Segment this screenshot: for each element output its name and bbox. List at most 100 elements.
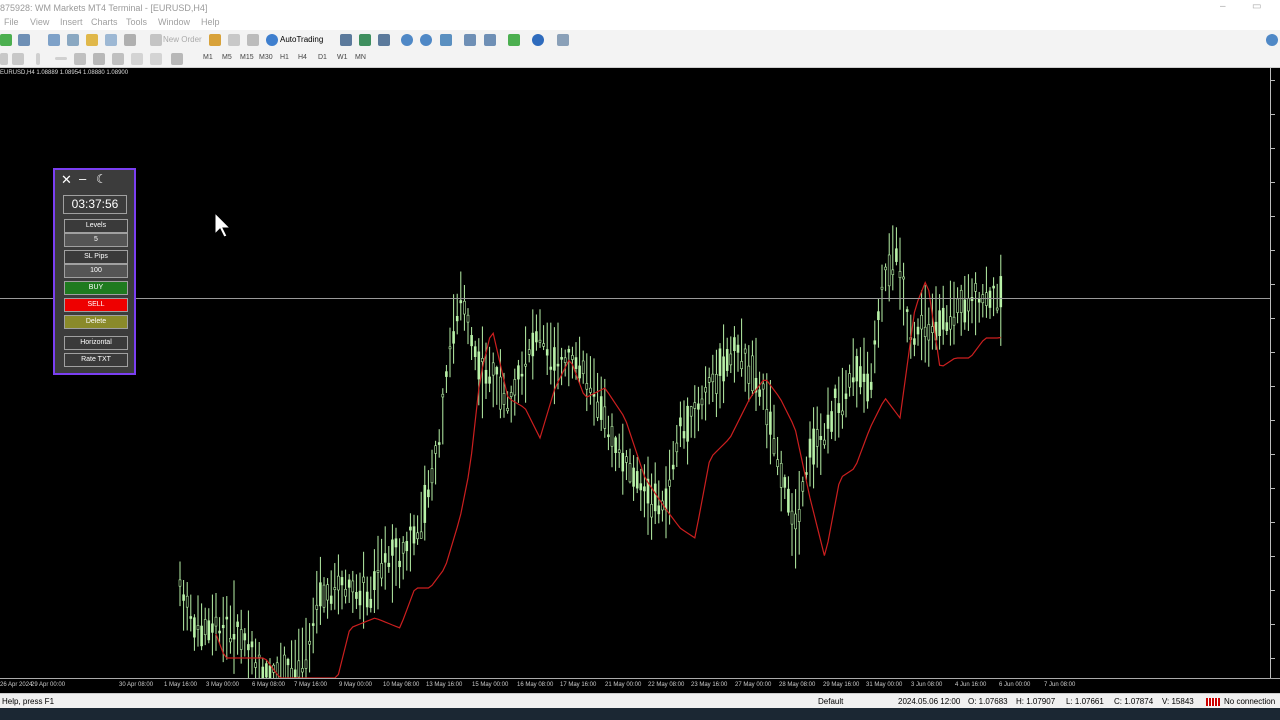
candle-body xyxy=(459,300,463,304)
minimize-button[interactable]: – xyxy=(1220,1,1226,12)
new-order-icon[interactable] xyxy=(150,34,162,46)
zoom-in-icon[interactable] xyxy=(401,34,413,46)
candle-body xyxy=(805,472,808,475)
candle-body xyxy=(765,409,769,426)
rate-txt-button[interactable]: Rate TXT xyxy=(64,353,128,367)
chart-shift-icon[interactable] xyxy=(464,34,476,46)
tf-m30[interactable]: M30 xyxy=(259,54,273,61)
price-tick xyxy=(1271,590,1275,591)
candle-body xyxy=(265,663,268,678)
indicators-icon[interactable] xyxy=(508,34,520,46)
horizontal-line-icon[interactable] xyxy=(55,57,67,60)
autotrading-icon[interactable] xyxy=(266,34,278,46)
menu-view[interactable]: View xyxy=(30,17,49,27)
time-axis-label: 28 May 08:00 xyxy=(779,682,816,688)
equidistant-channel-icon[interactable] xyxy=(93,53,105,65)
candle-body xyxy=(963,299,967,323)
text-icon[interactable] xyxy=(131,53,143,65)
buy-button[interactable]: BUY xyxy=(64,281,128,295)
candle-body xyxy=(563,357,567,363)
search-icon[interactable] xyxy=(1266,34,1278,46)
menu-window[interactable]: Window xyxy=(158,17,190,27)
zoom-out-icon[interactable] xyxy=(420,34,432,46)
arrows-icon[interactable] xyxy=(171,53,183,65)
autoscroll-icon[interactable] xyxy=(484,34,496,46)
bar-chart-icon[interactable] xyxy=(340,34,352,46)
tf-w1[interactable]: W1 xyxy=(337,54,348,61)
sell-button[interactable]: SELL xyxy=(64,298,128,312)
tf-d1[interactable]: D1 xyxy=(318,54,327,61)
candle-body xyxy=(477,351,481,380)
terminal-icon[interactable] xyxy=(105,34,117,46)
tf-h4[interactable]: H4 xyxy=(298,54,307,61)
menu-file[interactable]: File xyxy=(4,17,19,27)
trendline-icon[interactable] xyxy=(74,53,86,65)
chart-area[interactable]: EURUSD,H4 1.08889 1.08954 1.08880 1.0890… xyxy=(0,68,1270,678)
restore-button[interactable]: ▭ xyxy=(1252,1,1261,12)
candle-body xyxy=(650,504,653,518)
close-icon[interactable]: ✕ xyxy=(61,172,72,188)
menu-help[interactable]: Help xyxy=(201,17,220,27)
horizontal-button[interactable]: Horizontal xyxy=(64,336,128,350)
data-window-icon[interactable] xyxy=(67,34,79,46)
tile-windows-icon[interactable] xyxy=(440,34,452,46)
candle-body xyxy=(610,426,614,447)
sl-pips-label: SL Pips xyxy=(64,250,128,264)
tester-icon[interactable] xyxy=(124,34,136,46)
candle-body xyxy=(812,428,815,465)
cursor-icon[interactable] xyxy=(0,53,8,65)
metaeditor-icon[interactable] xyxy=(209,34,221,46)
tf-h1[interactable]: H1 xyxy=(280,54,289,61)
menu-insert[interactable]: Insert xyxy=(60,17,83,27)
menu-tools[interactable]: Tools xyxy=(126,17,147,27)
candle-body xyxy=(826,414,830,429)
levels-input[interactable]: 5 xyxy=(64,233,128,247)
candle-body xyxy=(484,369,488,384)
candle-body xyxy=(869,381,873,390)
minimize-icon[interactable]: – xyxy=(79,171,86,186)
candle-body xyxy=(794,513,797,530)
autotrading-button[interactable]: AutoTrading xyxy=(280,35,323,44)
periods-icon[interactable] xyxy=(532,34,544,46)
price-candles xyxy=(178,225,1003,678)
candle-body xyxy=(250,641,254,648)
candle-body xyxy=(517,365,520,380)
moon-icon[interactable]: ☾ xyxy=(96,172,107,186)
candle-body xyxy=(301,668,304,673)
candle-body xyxy=(189,616,193,619)
tf-m5[interactable]: M5 xyxy=(222,54,232,61)
line-chart-icon[interactable] xyxy=(378,34,390,46)
candle-body xyxy=(862,373,866,382)
status-connection: No connection xyxy=(1224,697,1276,706)
delete-button[interactable]: Delete xyxy=(64,315,128,329)
os-taskbar xyxy=(0,708,1280,720)
tf-mn[interactable]: MN xyxy=(355,54,366,61)
vertical-line-icon[interactable] xyxy=(36,53,40,65)
fibonacci-icon[interactable] xyxy=(112,53,124,65)
tf-m15[interactable]: M15 xyxy=(240,54,254,61)
signals-icon[interactable] xyxy=(247,34,259,46)
tf-m1[interactable]: M1 xyxy=(203,54,213,61)
market-watch-icon[interactable] xyxy=(48,34,60,46)
text-label-icon[interactable] xyxy=(150,53,162,65)
candle-body xyxy=(344,588,347,597)
sl-pips-input[interactable]: 100 xyxy=(64,264,128,278)
price-scale[interactable] xyxy=(1270,68,1280,678)
candle-body xyxy=(560,357,563,360)
candle-body xyxy=(448,346,452,350)
profiles-icon[interactable] xyxy=(18,34,30,46)
candle-body xyxy=(977,299,981,303)
new-order-button[interactable]: New Order xyxy=(163,35,202,44)
horizontal-line[interactable] xyxy=(0,298,1270,299)
candlesticks-icon[interactable] xyxy=(359,34,371,46)
templates-icon[interactable] xyxy=(557,34,569,46)
crosshair-icon[interactable] xyxy=(12,53,24,65)
menu-charts[interactable]: Charts xyxy=(91,17,118,27)
navigator-icon[interactable] xyxy=(86,34,98,46)
candle-body xyxy=(441,393,445,398)
print-icon[interactable] xyxy=(228,34,240,46)
candle-body xyxy=(603,406,607,429)
candle-body xyxy=(884,266,887,271)
candle-body xyxy=(700,398,704,406)
new-chart-icon[interactable] xyxy=(0,34,12,46)
